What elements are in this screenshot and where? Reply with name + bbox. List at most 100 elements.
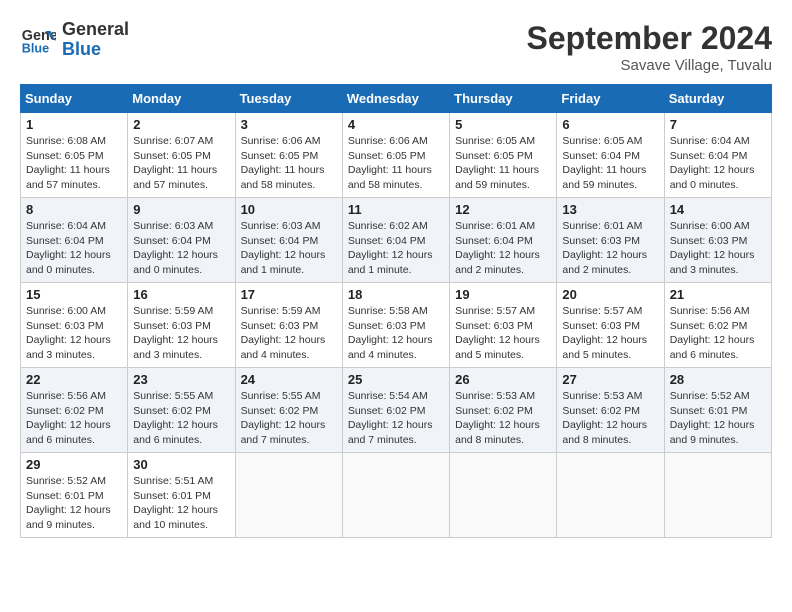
- day-number: 26: [455, 372, 551, 387]
- day-info: Sunrise: 5:55 AM Sunset: 6:02 PM Dayligh…: [133, 389, 229, 448]
- weekday-header-monday: Monday: [128, 85, 235, 113]
- day-number: 25: [348, 372, 444, 387]
- day-number: 18: [348, 287, 444, 302]
- day-info: Sunrise: 6:01 AM Sunset: 6:04 PM Dayligh…: [455, 219, 551, 278]
- day-info: Sunrise: 5:54 AM Sunset: 6:02 PM Dayligh…: [348, 389, 444, 448]
- day-info: Sunrise: 5:58 AM Sunset: 6:03 PM Dayligh…: [348, 304, 444, 363]
- calendar-week-row: 29 Sunrise: 5:52 AM Sunset: 6:01 PM Dayli…: [21, 453, 772, 538]
- day-number: 11: [348, 202, 444, 217]
- logo-blue: Blue: [62, 40, 129, 60]
- calendar-cell: 7 Sunrise: 6:04 AM Sunset: 6:04 PM Daylig…: [664, 113, 771, 198]
- location-subtitle: Savave Village, Tuvalu: [527, 57, 772, 74]
- month-title: September 2024: [527, 20, 772, 57]
- day-number: 27: [562, 372, 658, 387]
- calendar-cell: 27 Sunrise: 5:53 AM Sunset: 6:02 PM Dayli…: [557, 368, 664, 453]
- calendar-cell: 18 Sunrise: 5:58 AM Sunset: 6:03 PM Dayli…: [342, 283, 449, 368]
- day-info: Sunrise: 6:03 AM Sunset: 6:04 PM Dayligh…: [133, 219, 229, 278]
- weekday-header-friday: Friday: [557, 85, 664, 113]
- svg-text:Blue: Blue: [22, 41, 49, 55]
- logo-icon: General Blue: [20, 22, 56, 58]
- calendar-cell: 15Sunrise: 6:00 AM Sunset: 6:03 PM Dayli…: [21, 283, 128, 368]
- day-info: Sunrise: 6:07 AM Sunset: 6:05 PM Dayligh…: [133, 134, 229, 193]
- calendar-cell: 17Sunrise: 5:59 AM Sunset: 6:03 PM Dayli…: [235, 283, 342, 368]
- calendar-cell: 11Sunrise: 6:02 AM Sunset: 6:04 PM Dayli…: [342, 198, 449, 283]
- day-info: Sunrise: 5:52 AM Sunset: 6:01 PM Dayligh…: [26, 474, 122, 533]
- day-number: 10: [241, 202, 337, 217]
- day-number: 22: [26, 372, 122, 387]
- day-info: Sunrise: 5:56 AM Sunset: 6:02 PM Dayligh…: [26, 389, 122, 448]
- day-number: 24: [241, 372, 337, 387]
- day-number: 29: [26, 457, 122, 472]
- calendar-cell: 23Sunrise: 5:55 AM Sunset: 6:02 PM Dayli…: [128, 368, 235, 453]
- day-number: 8: [26, 202, 122, 217]
- day-info: Sunrise: 6:06 AM Sunset: 6:05 PM Dayligh…: [348, 134, 444, 193]
- day-number: 20: [562, 287, 658, 302]
- calendar-cell: 16 Sunrise: 5:59 AM Sunset: 6:03 PM Dayli…: [128, 283, 235, 368]
- day-info: Sunrise: 5:59 AM Sunset: 6:03 PM Dayligh…: [133, 304, 229, 363]
- day-info: Sunrise: 5:53 AM Sunset: 6:02 PM Dayligh…: [455, 389, 551, 448]
- day-info: Sunrise: 6:00 AM Sunset: 6:03 PM Dayligh…: [670, 219, 766, 278]
- weekday-header-row: SundayMondayTuesdayWednesdayThursdayFrid…: [21, 85, 772, 113]
- day-number: 13: [562, 202, 658, 217]
- calendar-cell: 25 Sunrise: 5:54 AM Sunset: 6:02 PM Dayli…: [342, 368, 449, 453]
- day-number: 3: [241, 117, 337, 132]
- title-block: September 2024 Savave Village, Tuvalu: [527, 20, 772, 74]
- calendar-cell: 30 Sunrise: 5:51 AM Sunset: 6:01 PM Dayli…: [128, 453, 235, 538]
- day-info: Sunrise: 6:04 AM Sunset: 6:04 PM Dayligh…: [670, 134, 766, 193]
- calendar-body: 1Sunrise: 6:08 AM Sunset: 6:05 PM Daylig…: [21, 113, 772, 538]
- calendar-cell: 21 Sunrise: 5:56 AM Sunset: 6:02 PM Dayli…: [664, 283, 771, 368]
- calendar-cell: 4 Sunrise: 6:06 AM Sunset: 6:05 PM Daylig…: [342, 113, 449, 198]
- day-number: 21: [670, 287, 766, 302]
- calendar-cell: 5 Sunrise: 6:05 AM Sunset: 6:05 PM Daylig…: [450, 113, 557, 198]
- day-number: 4: [348, 117, 444, 132]
- day-number: 30: [133, 457, 229, 472]
- day-info: Sunrise: 6:08 AM Sunset: 6:05 PM Dayligh…: [26, 134, 122, 193]
- day-number: 6: [562, 117, 658, 132]
- day-number: 16: [133, 287, 229, 302]
- calendar-cell: [342, 453, 449, 538]
- calendar-cell: [557, 453, 664, 538]
- day-number: 19: [455, 287, 551, 302]
- day-info: Sunrise: 6:06 AM Sunset: 6:05 PM Dayligh…: [241, 134, 337, 193]
- day-number: 12: [455, 202, 551, 217]
- day-number: 9: [133, 202, 229, 217]
- calendar-cell: 9 Sunrise: 6:03 AM Sunset: 6:04 PM Daylig…: [128, 198, 235, 283]
- day-number: 15: [26, 287, 122, 302]
- logo: General Blue General Blue: [20, 20, 129, 60]
- weekday-header-saturday: Saturday: [664, 85, 771, 113]
- day-number: 2: [133, 117, 229, 132]
- page-header: General Blue General Blue September 2024…: [20, 20, 772, 74]
- day-number: 7: [670, 117, 766, 132]
- calendar-cell: 6 Sunrise: 6:05 AM Sunset: 6:04 PM Daylig…: [557, 113, 664, 198]
- calendar-cell: [450, 453, 557, 538]
- day-info: Sunrise: 6:05 AM Sunset: 6:04 PM Dayligh…: [562, 134, 658, 193]
- day-info: Sunrise: 5:51 AM Sunset: 6:01 PM Dayligh…: [133, 474, 229, 533]
- weekday-header-wednesday: Wednesday: [342, 85, 449, 113]
- calendar-cell: 28Sunrise: 5:52 AM Sunset: 6:01 PM Dayli…: [664, 368, 771, 453]
- day-number: 5: [455, 117, 551, 132]
- calendar-cell: 2 Sunrise: 6:07 AM Sunset: 6:05 PM Daylig…: [128, 113, 235, 198]
- calendar-week-row: 15Sunrise: 6:00 AM Sunset: 6:03 PM Dayli…: [21, 283, 772, 368]
- calendar-cell: 14 Sunrise: 6:00 AM Sunset: 6:03 PM Dayli…: [664, 198, 771, 283]
- calendar-cell: 20 Sunrise: 5:57 AM Sunset: 6:03 PM Dayli…: [557, 283, 664, 368]
- calendar-cell: 22 Sunrise: 5:56 AM Sunset: 6:02 PM Dayli…: [21, 368, 128, 453]
- day-info: Sunrise: 5:57 AM Sunset: 6:03 PM Dayligh…: [455, 304, 551, 363]
- calendar-cell: 24 Sunrise: 5:55 AM Sunset: 6:02 PM Dayli…: [235, 368, 342, 453]
- day-info: Sunrise: 5:56 AM Sunset: 6:02 PM Dayligh…: [670, 304, 766, 363]
- day-info: Sunrise: 6:05 AM Sunset: 6:05 PM Dayligh…: [455, 134, 551, 193]
- day-info: Sunrise: 6:04 AM Sunset: 6:04 PM Dayligh…: [26, 219, 122, 278]
- calendar-week-row: 1Sunrise: 6:08 AM Sunset: 6:05 PM Daylig…: [21, 113, 772, 198]
- calendar-cell: [235, 453, 342, 538]
- day-info: Sunrise: 5:55 AM Sunset: 6:02 PM Dayligh…: [241, 389, 337, 448]
- day-info: Sunrise: 5:53 AM Sunset: 6:02 PM Dayligh…: [562, 389, 658, 448]
- day-info: Sunrise: 5:59 AM Sunset: 6:03 PM Dayligh…: [241, 304, 337, 363]
- calendar-cell: 8 Sunrise: 6:04 AM Sunset: 6:04 PM Daylig…: [21, 198, 128, 283]
- day-info: Sunrise: 6:03 AM Sunset: 6:04 PM Dayligh…: [241, 219, 337, 278]
- day-info: Sunrise: 5:52 AM Sunset: 6:01 PM Dayligh…: [670, 389, 766, 448]
- day-number: 14: [670, 202, 766, 217]
- calendar-cell: 12 Sunrise: 6:01 AM Sunset: 6:04 PM Dayli…: [450, 198, 557, 283]
- day-info: Sunrise: 5:57 AM Sunset: 6:03 PM Dayligh…: [562, 304, 658, 363]
- calendar-cell: 29 Sunrise: 5:52 AM Sunset: 6:01 PM Dayli…: [21, 453, 128, 538]
- day-info: Sunrise: 6:01 AM Sunset: 6:03 PM Dayligh…: [562, 219, 658, 278]
- calendar-cell: 1Sunrise: 6:08 AM Sunset: 6:05 PM Daylig…: [21, 113, 128, 198]
